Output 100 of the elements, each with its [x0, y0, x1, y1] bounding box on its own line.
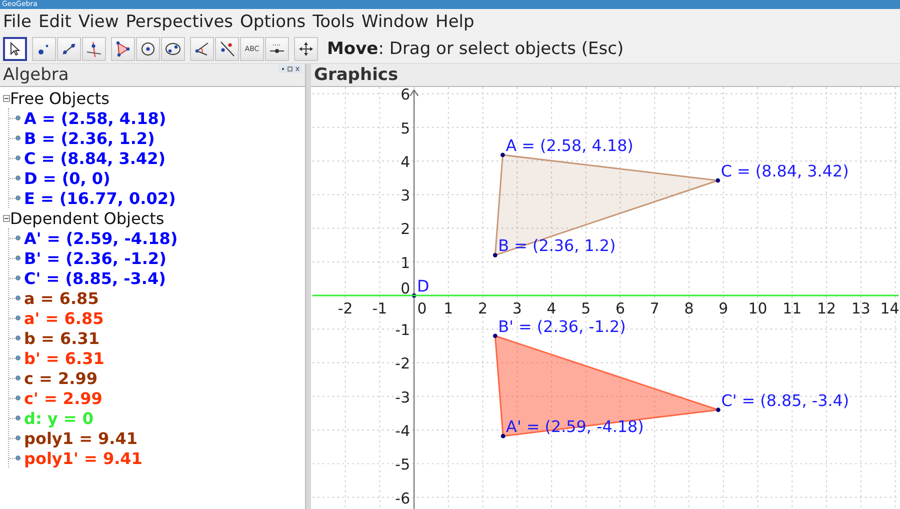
point-label: C = (8.84, 3.42) [720, 161, 849, 180]
tick-label: 14 [880, 299, 900, 318]
tick-label: -5 [395, 456, 410, 474]
collapse-icon[interactable] [3, 214, 10, 222]
panel-controls-icon[interactable] [278, 65, 302, 73]
tick-label: -2 [338, 299, 353, 318]
point[interactable] [492, 334, 498, 338]
tick-label: 1 [444, 299, 454, 318]
point[interactable] [492, 252, 498, 258]
collapse-icon[interactable] [3, 94, 10, 102]
visibility-dot-icon[interactable] [15, 295, 21, 301]
polygon-tool-icon [114, 40, 132, 58]
tick-label: 2 [400, 220, 410, 238]
tick-label: 11 [782, 299, 802, 318]
visibility-dot-icon[interactable] [15, 335, 21, 341]
tick-label: 1 [400, 254, 410, 272]
visibility-dot-icon[interactable] [15, 395, 21, 401]
algebra-item[interactable]: B = (2.36, 1.2) [24, 128, 155, 148]
tick-label: -6 [395, 489, 410, 508]
point-label: A = (2.58, 4.18) [506, 136, 634, 155]
algebra-item[interactable]: A = (2.58, 4.18) [24, 108, 166, 128]
panel-title: Graphics [314, 64, 398, 85]
tool-hint: Move: Drag or select objects (Esc) [327, 38, 624, 58]
tick-label: 4 [546, 299, 556, 318]
algebra-item[interactable]: B' = (2.36, -1.2) [24, 248, 166, 268]
visibility-dot-icon[interactable] [15, 115, 21, 121]
algebra-item[interactable]: a' = 6.85 [24, 308, 104, 328]
point-label: C' = (8.85, -3.4) [721, 390, 850, 410]
tick-label: 0 [417, 299, 427, 318]
menu-item[interactable]: Edit [38, 12, 72, 32]
visibility-dot-icon[interactable] [15, 315, 21, 321]
algebra-item[interactable]: c' = 2.99 [24, 388, 102, 408]
tick-label: -3 [395, 388, 410, 406]
point-label: B = (2.36, 1.2) [498, 236, 616, 256]
visibility-dot-icon[interactable] [15, 255, 21, 261]
tick-label: 9 [718, 299, 728, 318]
visibility-dot-icon[interactable] [15, 235, 21, 241]
point[interactable] [412, 293, 416, 298]
visibility-dot-icon[interactable] [15, 415, 21, 421]
visibility-dot-icon[interactable] [15, 435, 21, 441]
tick-label: 3 [400, 186, 410, 204]
point[interactable] [716, 178, 720, 183]
reflect-tool-icon [218, 40, 236, 58]
perpendicular-tool-icon [85, 40, 103, 58]
point[interactable] [500, 434, 506, 438]
menu-item[interactable]: View [78, 12, 119, 32]
group-label: Dependent Objects [10, 208, 164, 228]
algebra-item[interactable]: c = 2.99 [24, 368, 98, 388]
visibility-dot-icon[interactable] [15, 195, 21, 201]
tick-label: 7 [650, 299, 660, 318]
menu-item[interactable]: Window [362, 12, 429, 32]
algebra-item[interactable]: poly1' = 9.41 [24, 448, 142, 468]
tool-button[interactable] [3, 36, 27, 60]
algebra-item[interactable]: b' = 6.31 [24, 348, 104, 368]
point[interactable] [500, 152, 505, 158]
menu-item[interactable]: Tools [312, 12, 355, 32]
algebra-item[interactable]: A' = (2.59, -4.18) [24, 228, 178, 248]
visibility-dot-icon[interactable] [15, 175, 21, 181]
algebra-item[interactable]: C = (8.84, 3.42) [24, 148, 166, 168]
pan-tool-icon [297, 40, 315, 58]
visibility-dot-icon[interactable] [15, 155, 21, 161]
tick-label: 10 [748, 299, 768, 318]
panel-title: Algebra [3, 65, 69, 85]
tick-label: 13 [851, 299, 870, 318]
visibility-dot-icon[interactable] [15, 355, 21, 361]
algebra-item[interactable]: a = 6.85 [24, 288, 99, 308]
group-label: Free Objects [10, 88, 110, 108]
menu-item[interactable]: Perspectives [126, 12, 234, 32]
menu-item[interactable]: Options [240, 12, 306, 32]
circle-tool-icon [139, 40, 157, 58]
visibility-dot-icon[interactable] [15, 135, 21, 141]
point-label: B' = (2.36, -1.2) [498, 316, 626, 336]
menu-item[interactable]: File [3, 12, 32, 32]
tick-label: 12 [817, 299, 836, 318]
tick-label: -4 [395, 422, 410, 440]
tick-label: 5 [400, 119, 410, 138]
visibility-dot-icon[interactable] [15, 375, 21, 381]
tick-label: 6 [616, 299, 626, 318]
tick-label: -2 [395, 354, 410, 373]
tick-label: -1 [395, 321, 410, 340]
tick-label: 3 [512, 299, 522, 318]
angle-tool-icon [193, 40, 211, 58]
point-label: A' = (2.59, -4.18) [506, 417, 644, 436]
algebra-item[interactable]: C' = (8.85, -3.4) [24, 268, 166, 288]
visibility-dot-icon[interactable] [15, 455, 21, 461]
tick-label: -1 [372, 299, 388, 318]
algebra-item[interactable]: poly1 = 9.41 [24, 428, 138, 448]
menu-item[interactable]: Help [436, 12, 474, 32]
point-label: D [417, 276, 430, 296]
point[interactable] [716, 408, 720, 412]
algebra-item[interactable]: E = (16.77, 0.02) [24, 188, 176, 208]
algebra-item[interactable]: b = 6.31 [24, 328, 100, 348]
tick-label: 6 [400, 86, 410, 104]
visibility-dot-icon[interactable] [15, 275, 21, 281]
tick-label: 8 [684, 299, 694, 318]
tick-label: 4 [400, 152, 410, 171]
tick-label: 2 [478, 299, 488, 318]
tick-label: 0 [400, 279, 410, 298]
tick-label: 5 [581, 299, 591, 318]
algebra-item[interactable]: D = (0, 0) [24, 168, 110, 188]
